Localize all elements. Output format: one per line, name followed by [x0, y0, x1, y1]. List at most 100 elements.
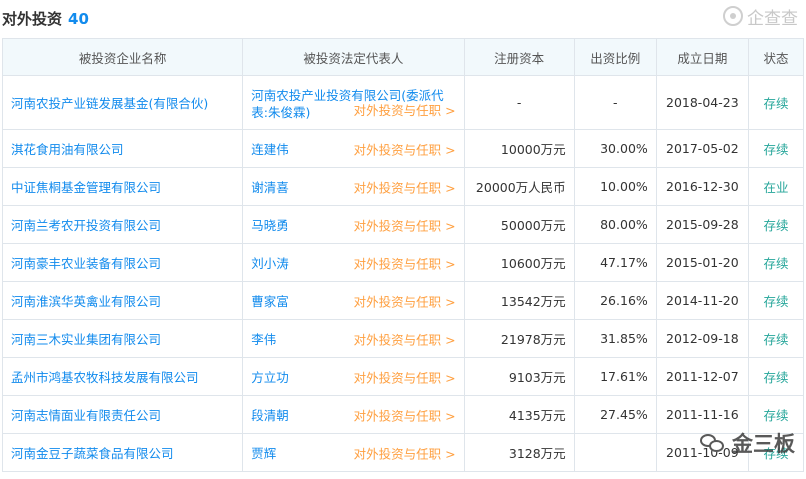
founded-date: 2016-12-30	[655, 167, 749, 206]
table-row: 河南农投产业链发展基金(有限合伙) 河南农投产业投资有限公司(委派代表:朱俊霖)…	[1, 75, 805, 130]
founded-date: 2012-09-18	[655, 319, 749, 358]
brand-name: 企查查	[747, 8, 798, 29]
legal-rep-link[interactable]: 段清朝	[251, 408, 289, 423]
founded-date: 2011-12-07	[655, 357, 749, 396]
column-header-ratio: 出资比例	[573, 38, 657, 76]
investment-and-position-link[interactable]: 对外投资与任职 >	[354, 367, 456, 386]
investment-ratio: 26.16%	[573, 281, 657, 320]
brand-logo: 企查查	[723, 4, 798, 29]
status-text: 存续	[747, 243, 805, 282]
legal-rep-link[interactable]: 马晓勇	[251, 218, 289, 233]
founded-date: 2014-11-20	[655, 281, 749, 320]
registered-capital: 13542万元	[463, 281, 575, 320]
status-text: 存续	[747, 319, 805, 358]
legal-rep-cell: 贾辉 对外投资与任职 >	[242, 433, 465, 472]
company-name-link[interactable]: 河南金豆子蔬菜食品有限公司	[1, 433, 244, 472]
legal-rep-link[interactable]: 连建伟	[251, 142, 289, 157]
legal-rep-link[interactable]: 贾辉	[251, 446, 276, 461]
table-row: 淇花食用油有限公司 连建伟 对外投资与任职 > 10000万元 30.00% 2…	[1, 129, 805, 168]
legal-rep-link[interactable]: 李伟	[251, 332, 276, 347]
status-text: 存续	[747, 357, 805, 396]
legal-rep-cell: 谢清喜 对外投资与任职 >	[242, 167, 465, 206]
table-row: 河南志情面业有限责任公司 段清朝 对外投资与任职 > 4135万元 27.45%…	[1, 395, 805, 434]
table-row: 河南三木实业集团有限公司 李伟 对外投资与任职 > 21978万元 31.85%…	[1, 319, 805, 358]
column-header-company: 被投资企业名称	[1, 38, 244, 76]
founded-date: 2018-04-23	[655, 75, 749, 130]
investment-and-position-link[interactable]: 对外投资与任职 >	[354, 177, 456, 196]
legal-rep-link[interactable]: 方立功	[251, 370, 289, 385]
status-text: 存续	[747, 395, 805, 434]
legal-rep-link[interactable]: 曹家富	[251, 294, 289, 309]
investment-and-position-link[interactable]: 对外投资与任职 >	[354, 291, 456, 310]
investment-ratio: -	[573, 75, 657, 130]
status-text: 存续	[747, 75, 805, 130]
investment-and-position-link[interactable]: 对外投资与任职 >	[354, 215, 456, 234]
founded-date: 2011-11-16	[655, 395, 749, 434]
investment-and-position-link[interactable]: 对外投资与任职 >	[354, 329, 456, 348]
company-name-link[interactable]: 河南三木实业集团有限公司	[1, 319, 244, 358]
table-row: 孟州市鸿基农牧科技发展有限公司 方立功 对外投资与任职 > 9103万元 17.…	[1, 357, 805, 396]
investment-ratio: 80.00%	[573, 205, 657, 244]
investment-and-position-link[interactable]: 对外投资与任职 >	[354, 253, 456, 272]
registered-capital: 9103万元	[463, 357, 575, 396]
table-row: 河南淮滨华英禽业有限公司 曹家富 对外投资与任职 > 13542万元 26.16…	[1, 281, 805, 320]
investment-ratio	[573, 433, 657, 472]
founded-date: 2011-10-09	[655, 433, 749, 472]
investment-and-position-link[interactable]: 对外投资与任职 >	[354, 405, 456, 424]
investment-count: 40	[68, 10, 89, 28]
registered-capital: -	[463, 75, 575, 130]
legal-rep-link[interactable]: 刘小涛	[251, 256, 289, 271]
status-text: 存续	[747, 205, 805, 244]
company-name-link[interactable]: 河南农投产业链发展基金(有限合伙)	[1, 75, 244, 130]
legal-rep-cell: 方立功 对外投资与任职 >	[242, 357, 465, 396]
status-text: 在业	[747, 167, 805, 206]
column-header-legal-rep: 被投资法定代表人	[242, 38, 465, 76]
registered-capital: 50000万元	[463, 205, 575, 244]
registered-capital: 10000万元	[463, 129, 575, 168]
founded-date: 2017-05-02	[655, 129, 749, 168]
column-header-date: 成立日期	[655, 38, 749, 76]
registered-capital: 3128万元	[463, 433, 575, 472]
section-title-label: 对外投资	[2, 10, 63, 28]
legal-rep-link[interactable]: 谢清喜	[251, 180, 289, 195]
company-name-link[interactable]: 中证焦桐基金管理有限公司	[1, 167, 244, 206]
registered-capital: 10600万元	[463, 243, 575, 282]
investment-ratio: 10.00%	[573, 167, 657, 206]
investment-and-position-link[interactable]: 对外投资与任职 >	[354, 139, 456, 158]
company-name-link[interactable]: 孟州市鸿基农牧科技发展有限公司	[1, 357, 244, 396]
investment-ratio: 17.61%	[573, 357, 657, 396]
registered-capital: 21978万元	[463, 319, 575, 358]
registered-capital: 20000万人民币	[463, 167, 575, 206]
table-row: 河南兰考农开投资有限公司 马晓勇 对外投资与任职 > 50000万元 80.00…	[1, 205, 805, 244]
legal-rep-cell: 马晓勇 对外投资与任职 >	[242, 205, 465, 244]
company-name-link[interactable]: 淇花食用油有限公司	[1, 129, 244, 168]
table-header-row: 被投资企业名称 被投资法定代表人 注册资本 出资比例 成立日期 状态	[1, 38, 805, 76]
investment-and-position-link[interactable]: 对外投资与任职 >	[354, 100, 456, 119]
founded-date: 2015-09-28	[655, 205, 749, 244]
company-name-link[interactable]: 河南兰考农开投资有限公司	[1, 205, 244, 244]
investment-ratio: 27.45%	[573, 395, 657, 434]
column-header-capital: 注册资本	[463, 38, 575, 76]
column-header-status: 状态	[747, 38, 805, 76]
investment-ratio: 30.00%	[573, 129, 657, 168]
legal-rep-cell: 李伟 对外投资与任职 >	[242, 319, 465, 358]
investment-and-position-link[interactable]: 对外投资与任职 >	[354, 443, 456, 462]
table-row: 河南豪丰农业装备有限公司 刘小涛 对外投资与任职 > 10600万元 47.17…	[1, 243, 805, 282]
section-header: 对外投资 40 企查查	[0, 0, 806, 36]
registered-capital: 4135万元	[463, 395, 575, 434]
legal-rep-cell: 段清朝 对外投资与任职 >	[242, 395, 465, 434]
status-text: 存续	[747, 281, 805, 320]
company-name-link[interactable]: 河南豪丰农业装备有限公司	[1, 243, 244, 282]
table-row: 河南金豆子蔬菜食品有限公司 贾辉 对外投资与任职 > 3128万元 2011-1…	[1, 433, 805, 472]
company-name-link[interactable]: 河南淮滨华英禽业有限公司	[1, 281, 244, 320]
qichacha-logo-icon	[723, 6, 743, 26]
section-title: 对外投资 40	[2, 8, 89, 29]
legal-rep-cell: 刘小涛 对外投资与任职 >	[242, 243, 465, 282]
investment-ratio: 47.17%	[573, 243, 657, 282]
company-name-link[interactable]: 河南志情面业有限责任公司	[1, 395, 244, 434]
table-row: 中证焦桐基金管理有限公司 谢清喜 对外投资与任职 > 20000万人民币 10.…	[1, 167, 805, 206]
founded-date: 2015-01-20	[655, 243, 749, 282]
legal-rep-cell: 连建伟 对外投资与任职 >	[242, 129, 465, 168]
investment-ratio: 31.85%	[573, 319, 657, 358]
legal-rep-cell: 曹家富 对外投资与任职 >	[242, 281, 465, 320]
